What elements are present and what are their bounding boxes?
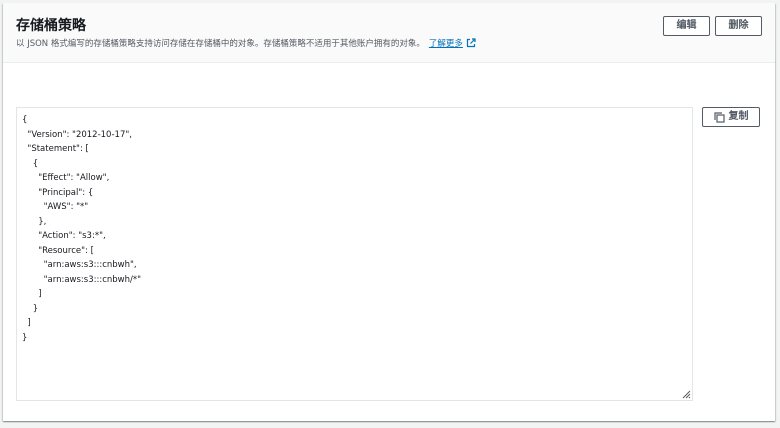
- copy-icon: [713, 111, 725, 123]
- code-line: "arn:aws:s3:::cnbwh",: [22, 260, 137, 270]
- bucket-policy-panel: 存储桶策略 以 JSON 格式编写的存储桶策略支持访问存储在存储桶中的对象。存储…: [3, 3, 775, 421]
- resize-grip-icon[interactable]: [681, 389, 691, 399]
- code-line: {: [22, 115, 28, 125]
- code-line: "Resource": [: [22, 245, 94, 256]
- code-line: "AWS": "*": [22, 202, 89, 212]
- code-line: },: [22, 216, 47, 227]
- code-line: }: [22, 332, 28, 343]
- copy-label: 复制: [728, 111, 749, 122]
- code-line: ]: [22, 289, 42, 299]
- code-line: "Version": "2012-10-17",: [22, 129, 132, 140]
- delete-button[interactable]: 删除: [715, 16, 762, 36]
- code-line: }: [22, 303, 39, 314]
- page-title: 存储桶策略: [16, 18, 86, 34]
- learn-more-label: 了解更多: [428, 39, 463, 49]
- panel-header: 存储桶策略 以 JSON 格式编写的存储桶策略支持访问存储在存储桶中的对象。存储…: [3, 3, 775, 63]
- code-line: "Statement": [: [22, 144, 89, 154]
- description: 以 JSON 格式编写的存储桶策略支持访问存储在存储桶中的对象。存储桶策略不适用…: [16, 38, 476, 50]
- code-line: "Effect": "Allow",: [22, 173, 110, 183]
- edit-button[interactable]: 编辑: [663, 16, 710, 36]
- learn-more-link[interactable]: 了解更多: [428, 38, 476, 49]
- code-line: "Principal": {: [22, 187, 94, 198]
- code-line: "arn:aws:s3:::cnbwh/*": [22, 274, 142, 285]
- copy-button[interactable]: 复制: [702, 107, 760, 127]
- code-line: {: [22, 158, 39, 169]
- code-line: ]: [22, 318, 31, 328]
- policy-json-editor[interactable]: { "Version": "2012-10-17", "Statement": …: [16, 107, 693, 401]
- policy-code: { "Version": "2012-10-17", "Statement": …: [17, 108, 692, 345]
- code-line: "Action": "s3:*",: [22, 231, 106, 241]
- description-text: 以 JSON 格式编写的存储桶策略支持访问存储在存储桶中的对象。存储桶策略不适用…: [16, 39, 425, 49]
- external-link-icon: [466, 38, 476, 48]
